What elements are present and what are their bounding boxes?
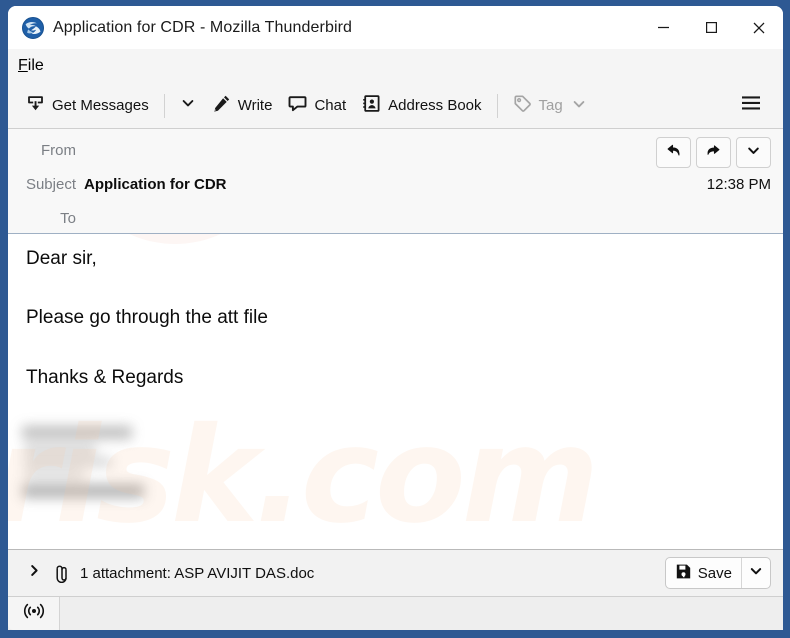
address-book-label: Address Book [388, 97, 482, 114]
forward-button[interactable] [696, 137, 731, 168]
body-line-request: Please go through the att file [26, 307, 268, 328]
connection-status-cell[interactable] [8, 597, 60, 630]
chevron-down-icon [572, 97, 586, 115]
close-button[interactable] [735, 6, 783, 49]
minimize-button[interactable] [639, 6, 687, 49]
chevron-down-icon [749, 564, 763, 583]
save-label: Save [697, 564, 732, 582]
maximize-button[interactable] [687, 6, 735, 49]
body-line-signoff: Thanks & Regards [26, 367, 184, 388]
chat-label: Chat [314, 97, 347, 114]
contact-card-icon [362, 94, 381, 117]
header-row-to: To [8, 210, 84, 227]
get-messages-button[interactable]: Get Messages [18, 89, 157, 122]
tag-icon [513, 94, 532, 117]
app-menu-button[interactable] [731, 89, 771, 123]
chat-button[interactable]: Chat [280, 89, 354, 122]
title-bar: Application for CDR - Mozilla Thunderbir… [8, 6, 783, 49]
window-controls [639, 6, 783, 49]
blurred-signature-image [18, 422, 152, 502]
thunderbird-icon [22, 16, 44, 39]
reply-button[interactable] [656, 137, 691, 168]
more-actions-button[interactable] [736, 137, 771, 168]
subject-label: Subject [25, 176, 76, 193]
reply-arrow-icon [665, 142, 682, 164]
subject-value: Application for CDR [84, 176, 227, 193]
attachment-summary[interactable]: 1 attachment: ASP AVIJIT DAS.doc [80, 565, 314, 582]
toolbar-separator-2 [496, 93, 498, 118]
tag-button[interactable]: Tag [505, 89, 594, 122]
save-split-button: Save [664, 557, 771, 589]
download-tray-icon [26, 94, 45, 117]
write-button[interactable]: Write [204, 89, 281, 122]
body-line-greeting: Dear sir, [26, 248, 97, 269]
header-row-from: From [8, 142, 84, 159]
get-messages-dropdown[interactable] [172, 91, 204, 120]
message-time: 12:38 PM [706, 176, 771, 193]
chevron-down-icon [181, 96, 195, 115]
chevron-right-icon [27, 563, 42, 583]
status-bar-message-area [60, 597, 783, 630]
menu-bar: File [8, 49, 783, 83]
address-book-button[interactable]: Address Book [354, 89, 489, 122]
header-row-subject: Subject Application for CDR [8, 176, 227, 193]
thunderbird-window: Application for CDR - Mozilla Thunderbir… [8, 6, 783, 630]
write-label: Write [237, 97, 273, 114]
paperclip-icon [52, 564, 74, 583]
broadcast-signal-icon [23, 602, 45, 625]
message-header: From Subject Application for CDR To 12:3… [8, 129, 783, 234]
forward-arrow-icon [705, 142, 722, 164]
from-label: From [41, 142, 76, 159]
save-button[interactable]: Save [666, 558, 741, 588]
pencil-icon [212, 94, 231, 117]
floppy-disk-icon [675, 563, 692, 584]
toolbar-separator-1 [163, 93, 165, 118]
window-frame: Application for CDR - Mozilla Thunderbir… [0, 0, 790, 638]
attachment-bar: 1 attachment: ASP AVIJIT DAS.doc Save [8, 549, 783, 596]
main-toolbar: Get Messages Write Chat Address Book Tag [8, 83, 783, 129]
tag-label: Tag [538, 97, 563, 114]
status-bar [8, 596, 783, 630]
message-action-buttons [656, 137, 771, 168]
chevron-down-icon [746, 143, 761, 163]
hamburger-menu-icon [740, 94, 762, 117]
save-dropdown-button[interactable] [741, 558, 770, 588]
window-title: Application for CDR - Mozilla Thunderbir… [53, 18, 353, 36]
attachment-expander[interactable] [20, 563, 48, 583]
to-label: To [60, 210, 76, 227]
get-messages-label: Get Messages [52, 97, 149, 114]
message-body: Dear sir, Please go through the att file… [8, 234, 783, 549]
speech-bubble-icon [288, 94, 307, 117]
